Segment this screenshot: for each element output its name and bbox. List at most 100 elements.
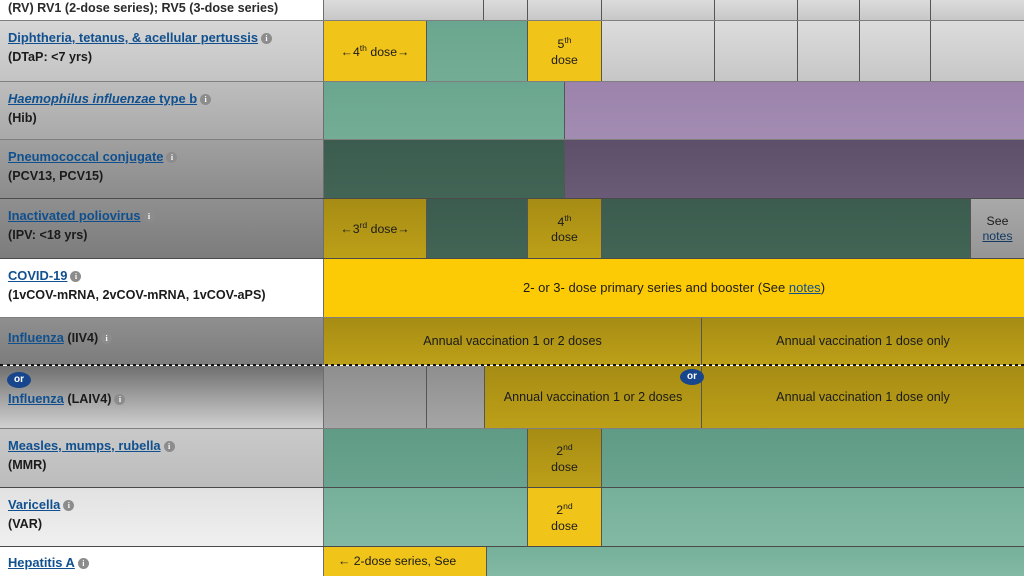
vaccine-link-mmr[interactable]: Measles, mumps, rubella — [8, 438, 161, 453]
vaccine-link-influenza-iiv4[interactable]: Influenza — [8, 330, 64, 345]
vaccine-abbrev-ipv: (IPV: <18 yrs) — [8, 227, 88, 242]
grid-cell[interactable] — [487, 547, 1024, 576]
vaccine-link-hib[interactable]: Haemophilus influenzae — [8, 91, 156, 106]
row-label-pcv: Pneumococcal conjugate i (PCV13, PCV15) — [0, 140, 324, 199]
row-label-ipv: Inactivated poliovirus i (IPV: <18 yrs) — [0, 199, 324, 259]
see-notes-text: See notes — [982, 213, 1013, 243]
rotavirus-series-text: (RV) RV1 (2-dose series); RV5 (3-dose se… — [8, 1, 279, 15]
table-row-rotavirus: (RV) RV1 (2-dose series); RV5 (3-dose se… — [0, 0, 1024, 21]
vaccine-abbrev-laiv4: (LAIV4) — [67, 392, 112, 406]
vaccine-link-dtap[interactable]: Diphtheria, tetanus, & acellular pertuss… — [8, 30, 258, 45]
table-row-influenza-laiv4: or Influenza (LAIV4) i Annual vaccination… — [0, 366, 1024, 429]
table-row-covid19: COVID-19 i (1vCOV-mRNA, 2vCOV-mRNA, 1vCOV… — [0, 259, 1024, 318]
vaccine-abbrev-mmr: (MMR) — [8, 457, 47, 472]
row-label-dtap: Diphtheria, tetanus, & acellular pertuss… — [0, 21, 324, 82]
table-row-mmr: Measles, mumps, rubella i (MMR) 2nd dose — [0, 429, 1024, 488]
notes-link[interactable]: notes — [982, 229, 1012, 243]
grid-cell[interactable] — [931, 21, 1024, 82]
info-icon[interactable]: i — [166, 152, 178, 163]
grid-cell-hib-green[interactable] — [324, 82, 565, 140]
vaccine-abbrev-covid19: (1vCOV-mRNA, 2vCOV-mRNA, 1vCOV-aPS) — [8, 287, 266, 302]
or-badge-left: or — [8, 373, 30, 387]
vaccine-link-hib-tail[interactable]: type b — [156, 91, 197, 106]
vaccine-link-influenza-laiv4[interactable]: Influenza — [8, 391, 64, 406]
grid-cell[interactable] — [602, 488, 1024, 547]
vaccine-link-varicella[interactable]: Varicella — [8, 497, 60, 512]
info-icon[interactable]: i — [143, 211, 155, 222]
grid-cell-ipv-dose4[interactable]: 4th dose — [528, 199, 602, 259]
info-icon[interactable]: i — [70, 271, 82, 282]
grid-cell[interactable] — [860, 0, 931, 21]
grid-cell-laiv4-1only[interactable]: Annual vaccination 1 dose only — [702, 366, 1024, 429]
grid-cell-iiv4-1only[interactable]: Annual vaccination 1 dose only — [702, 318, 1024, 365]
vaccine-link-pcv[interactable]: Pneumococcal conjugate — [8, 149, 163, 164]
grid-cell-dtap-dose5[interactable]: 5th dose — [528, 21, 602, 82]
vaccine-link-covid19[interactable]: COVID-19 — [8, 268, 67, 283]
grid-cell[interactable] — [931, 0, 1024, 21]
grid-cell[interactable] — [602, 199, 971, 259]
vaccine-abbrev-pcv: (PCV13, PCV15) — [8, 168, 104, 183]
row-label-covid19: COVID-19 i (1vCOV-mRNA, 2vCOV-mRNA, 1vCOV… — [0, 259, 324, 318]
vaccine-link-hepatitis-a[interactable]: Hepatitis A — [8, 555, 75, 570]
vaccine-link-ipv[interactable]: Inactivated poliovirus — [8, 208, 141, 223]
grid-cell-hepa-series[interactable]: ← 2-dose series, See — [324, 547, 487, 576]
grid-cell[interactable] — [427, 366, 485, 429]
info-icon[interactable]: i — [101, 333, 113, 344]
grid-cell[interactable] — [602, 0, 715, 21]
table-row-varicella: Varicella i (VAR) 2nd dose — [0, 488, 1024, 547]
dose-label: ←4th dose→ — [340, 42, 410, 59]
table-row-hepatitis-a: Hepatitis Ai ← 2-dose series, See — [0, 547, 1024, 576]
grid-cell[interactable] — [427, 0, 484, 21]
info-icon[interactable]: i — [163, 441, 175, 452]
grid-cell[interactable] — [798, 0, 860, 21]
grid-cell-varicella-dose2[interactable]: 2nd dose — [528, 488, 602, 547]
covid-series-text: 2- or 3- dose primary series and booster… — [522, 280, 826, 296]
flu-dose-text: Annual vaccination 1 dose only — [776, 389, 950, 404]
table-row-dtap: Diphtheria, tetanus, & acellular pertuss… — [0, 21, 1024, 82]
grid-cell[interactable] — [484, 0, 528, 21]
grid-cell[interactable] — [324, 488, 528, 547]
immunization-schedule-table: (RV) RV1 (2-dose series); RV5 (3-dose se… — [0, 0, 1024, 576]
vaccine-abbrev-dtap: (DTaP: <7 yrs) — [8, 49, 93, 64]
vaccine-abbrev-iiv4: (IIV4) — [67, 331, 99, 345]
grid-cell[interactable] — [602, 21, 715, 82]
dose-label: 2nd dose — [551, 501, 578, 533]
grid-cell[interactable] — [798, 21, 860, 82]
grid-cell[interactable] — [324, 429, 528, 488]
grid-cell-laiv4-1or2[interactable]: Annual vaccination 1 or 2 doses — [485, 366, 702, 429]
grid-cell[interactable] — [324, 366, 427, 429]
info-icon[interactable]: i — [200, 94, 212, 105]
row-label-rotavirus: (RV) RV1 (2-dose series); RV5 (3-dose se… — [0, 0, 324, 21]
grid-cell-covid19-series[interactable]: 2- or 3- dose primary series and booster… — [324, 259, 1024, 318]
table-row-hib: Haemophilus influenzae type bi (Hib) — [0, 82, 1024, 140]
grid-cell[interactable] — [427, 21, 528, 82]
row-label-influenza-iiv4: Influenza (IIV4) i — [0, 318, 324, 365]
grid-cell-ipv-see-notes[interactable]: See notes — [971, 199, 1024, 259]
grid-cell[interactable] — [427, 199, 528, 259]
grid-cell-pcv-green[interactable] — [324, 140, 565, 199]
grid-cell-dtap-dose4[interactable]: ←4th dose→ — [324, 21, 427, 82]
dose-label: 2nd dose — [551, 442, 578, 474]
notes-link[interactable]: notes — [789, 280, 821, 295]
info-icon[interactable]: i — [114, 394, 126, 405]
info-icon[interactable]: i — [77, 558, 89, 569]
grid-cell[interactable] — [715, 0, 798, 21]
row-label-hib: Haemophilus influenzae type bi (Hib) — [0, 82, 324, 140]
info-icon[interactable]: i — [63, 500, 75, 511]
grid-cell-pcv-purple[interactable] — [565, 140, 1024, 199]
hepa-series-text: ← 2-dose series, See — [338, 553, 457, 568]
grid-cell[interactable] — [860, 21, 931, 82]
flu-dose-text: Annual vaccination 1 dose only — [776, 333, 950, 348]
grid-cell-mmr-dose2[interactable]: 2nd dose — [528, 429, 602, 488]
grid-cell-hib-purple[interactable] — [565, 82, 1024, 140]
grid-cell[interactable] — [715, 21, 798, 82]
grid-cell-iiv4-1or2[interactable]: Annual vaccination 1 or 2 doses — [324, 318, 702, 365]
grid-cell[interactable] — [528, 0, 602, 21]
vaccine-abbrev-varicella: (VAR) — [8, 516, 43, 531]
grid-cell-ipv-dose3[interactable]: ←3rd dose→ — [324, 199, 427, 259]
table-row-ipv: Inactivated poliovirus i (IPV: <18 yrs) ←… — [0, 199, 1024, 259]
info-icon[interactable]: i — [261, 33, 273, 44]
table-row-pcv: Pneumococcal conjugate i (PCV13, PCV15) — [0, 140, 1024, 199]
grid-cell[interactable] — [324, 0, 427, 21]
grid-cell[interactable] — [602, 429, 1024, 488]
